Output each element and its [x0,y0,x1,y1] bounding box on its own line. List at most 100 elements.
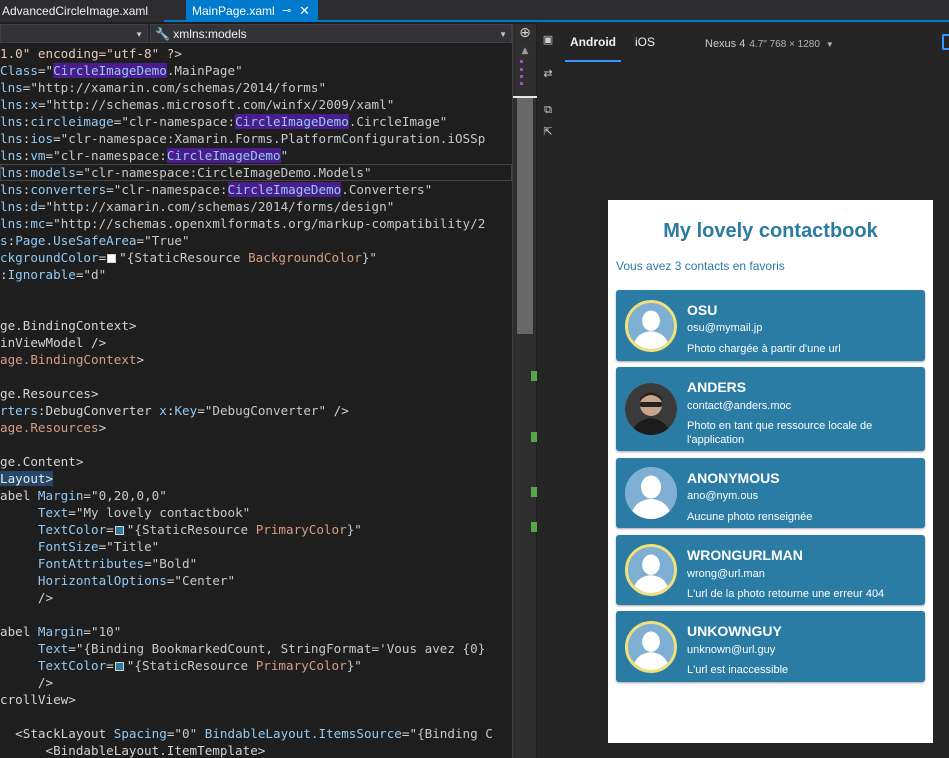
contact-photo [625,383,677,435]
tab-android[interactable]: Android [565,22,621,62]
code-token: vm [30,148,46,163]
code-token: d" [91,267,107,282]
contact-name: OSU [687,302,718,318]
scroll-thumb[interactable] [517,98,533,334]
code-line: inViewModel /> [0,334,106,351]
type-dropdown[interactable]: ▼ [0,24,148,43]
code-token: =" [45,216,61,231]
code-token: http://xamarin.com/schemas/2014/forms" [37,80,327,95]
change-marker [520,68,523,71]
code-token: =" [83,624,99,639]
code-token: Center" [182,573,236,588]
device-selector[interactable]: Nexus 4 4.7" 768 × 1280 ▼ [705,22,834,67]
code-token: Margin [37,488,84,503]
code-token: crollView> [0,692,76,707]
code-line: Text="{Binding BookmarkedCount, StringFo… [0,640,485,657]
contact-card[interactable]: ANONYMOUS ano@nym.ous Aucune photo renseig… [616,458,925,528]
contact-card[interactable]: WRONGURLMAN wrong@url.man L'url de la phot… [616,535,925,605]
code-token: BackgroundColor [248,250,362,265]
code-token: =" [98,539,114,554]
editor-scrollbar[interactable]: ⊕ ▲ ▼ [512,24,537,758]
code-token: /> [0,675,54,690]
code-line: lns:x="http://schemas.microsoft.com/winf… [0,96,394,113]
contact-card[interactable]: OSU osu@mymail.jp Photo chargée à partir d… [616,290,925,361]
code-token: Title" [113,539,160,554]
code-token: : [0,267,8,282]
color-swatch [107,254,117,263]
code-token: HorizontalOptions [37,573,167,588]
chevron-down-icon: ▼ [499,30,507,39]
code-token: clr-namespace: [60,148,167,163]
code-token: " [280,148,289,163]
code-token: http://schemas.microsoft.com/winfx/2009/… [53,97,395,112]
code-token: =" [144,556,160,571]
code-token: CircleImageDemo [166,148,281,163]
platform-tabs: Android iOS Nexus 4 4.7" 768 × 1280 ▼ [559,22,949,62]
code-token: http://xamarin.com/schemas/2014/forms/de… [53,199,395,214]
tab-ios[interactable]: iOS [629,22,661,62]
code-line: /> [0,674,53,691]
code-editor[interactable]: 1.0" encoding="utf-8" ?> Class="CircleIma… [0,44,512,758]
code-token: :DebugConverter [37,403,160,418]
code-token: models [30,165,76,180]
code-token: FontAttributes [37,556,145,571]
code-token: {StaticResource [126,250,249,265]
code-line: HorizontalOptions="Center" [0,572,235,589]
code-token: = [106,522,114,537]
pin-icon[interactable]: ⊸ [282,0,291,22]
code-token: abel [0,624,38,639]
favorites-count-label: Vous avez 3 contacts en favoris [616,259,785,273]
code-token: clr-namespace: [121,182,228,197]
code-token: abel [0,488,38,503]
code-token: inViewModel /> [0,335,107,350]
code-token: Page.UseSafeArea [15,233,137,248]
scroll-up-arrow[interactable]: ▲ [519,46,531,56]
code-token: {StaticResource [134,658,256,673]
fit-screen-icon[interactable]: ▣ [540,32,556,48]
code-line: ge.BindingContext> [0,317,136,334]
previewer-toolbar: ▣ ⇄ ⧉ ⇱ [537,22,559,758]
code-token: /> [326,403,349,418]
tablet-view-icon[interactable]: ⧉ [540,102,556,118]
code-token: {Binding BookmarkedCount, StringFormat='… [83,641,486,656]
code-token: =" [37,199,54,214]
swap-orientation-icon[interactable]: ⇄ [540,66,556,82]
device-frame-toggle-icon[interactable] [942,34,949,50]
close-tab-icon[interactable]: ✕ [299,0,310,22]
code-line: crollView> [0,691,76,708]
contact-card[interactable]: ANDERS contact@anders.moc Photo en tant qu… [616,367,925,451]
tab-main-page-label: MainPage.xaml [192,4,275,18]
code-token: Text [37,505,69,520]
member-dropdown[interactable]: 🔧 xmlns:models ▼ [150,24,512,43]
contact-card[interactable]: UNKOWNGUY unknown@url.guy L'url est inacce… [616,611,925,682]
contact-description: L'url est inaccessible [687,664,789,676]
code-line: <BindableLayout.ItemTemplate> [0,742,265,758]
code-token: age.BindingContext [0,352,137,367]
color-swatch [114,526,124,535]
tab-advanced-circle-image[interactable]: AdvancedCircleImage.xaml [0,0,164,22]
change-marker [520,82,523,85]
code-token: rters [0,403,38,418]
code-line: TextColor= "{StaticResource PrimaryColor}… [0,521,362,538]
contact-name: ANDERS [687,379,747,395]
split-editor-icon[interactable]: ⊕ [517,24,533,42]
popout-icon[interactable]: ⇱ [540,124,556,140]
code-line: lns:ios="clr-namespace:Xamarin.Forms.Pla… [0,130,485,147]
code-token: .MainPage" [166,63,243,78]
code-token: 0,20,0,0" [98,488,167,503]
code-line: lns:converters="clr-namespace:CircleImag… [0,181,432,198]
code-line: lns:mc="http://schemas.openxmlformats.or… [0,215,485,232]
tab-main-page[interactable]: MainPage.xaml ⊸ ✕ [186,0,318,22]
app-title: My lovely contactbook [663,220,878,242]
device-name: Nexus 4 [705,38,746,50]
code-token: =" [45,148,61,163]
navigation-bar: ▼ 🔧 xmlns:models ▼ [0,24,512,43]
code-token: {StaticResource [134,522,256,537]
contact-email: osu@mymail.jp [687,322,763,334]
code-token: BindableLayout.ItemsSource [204,726,402,741]
